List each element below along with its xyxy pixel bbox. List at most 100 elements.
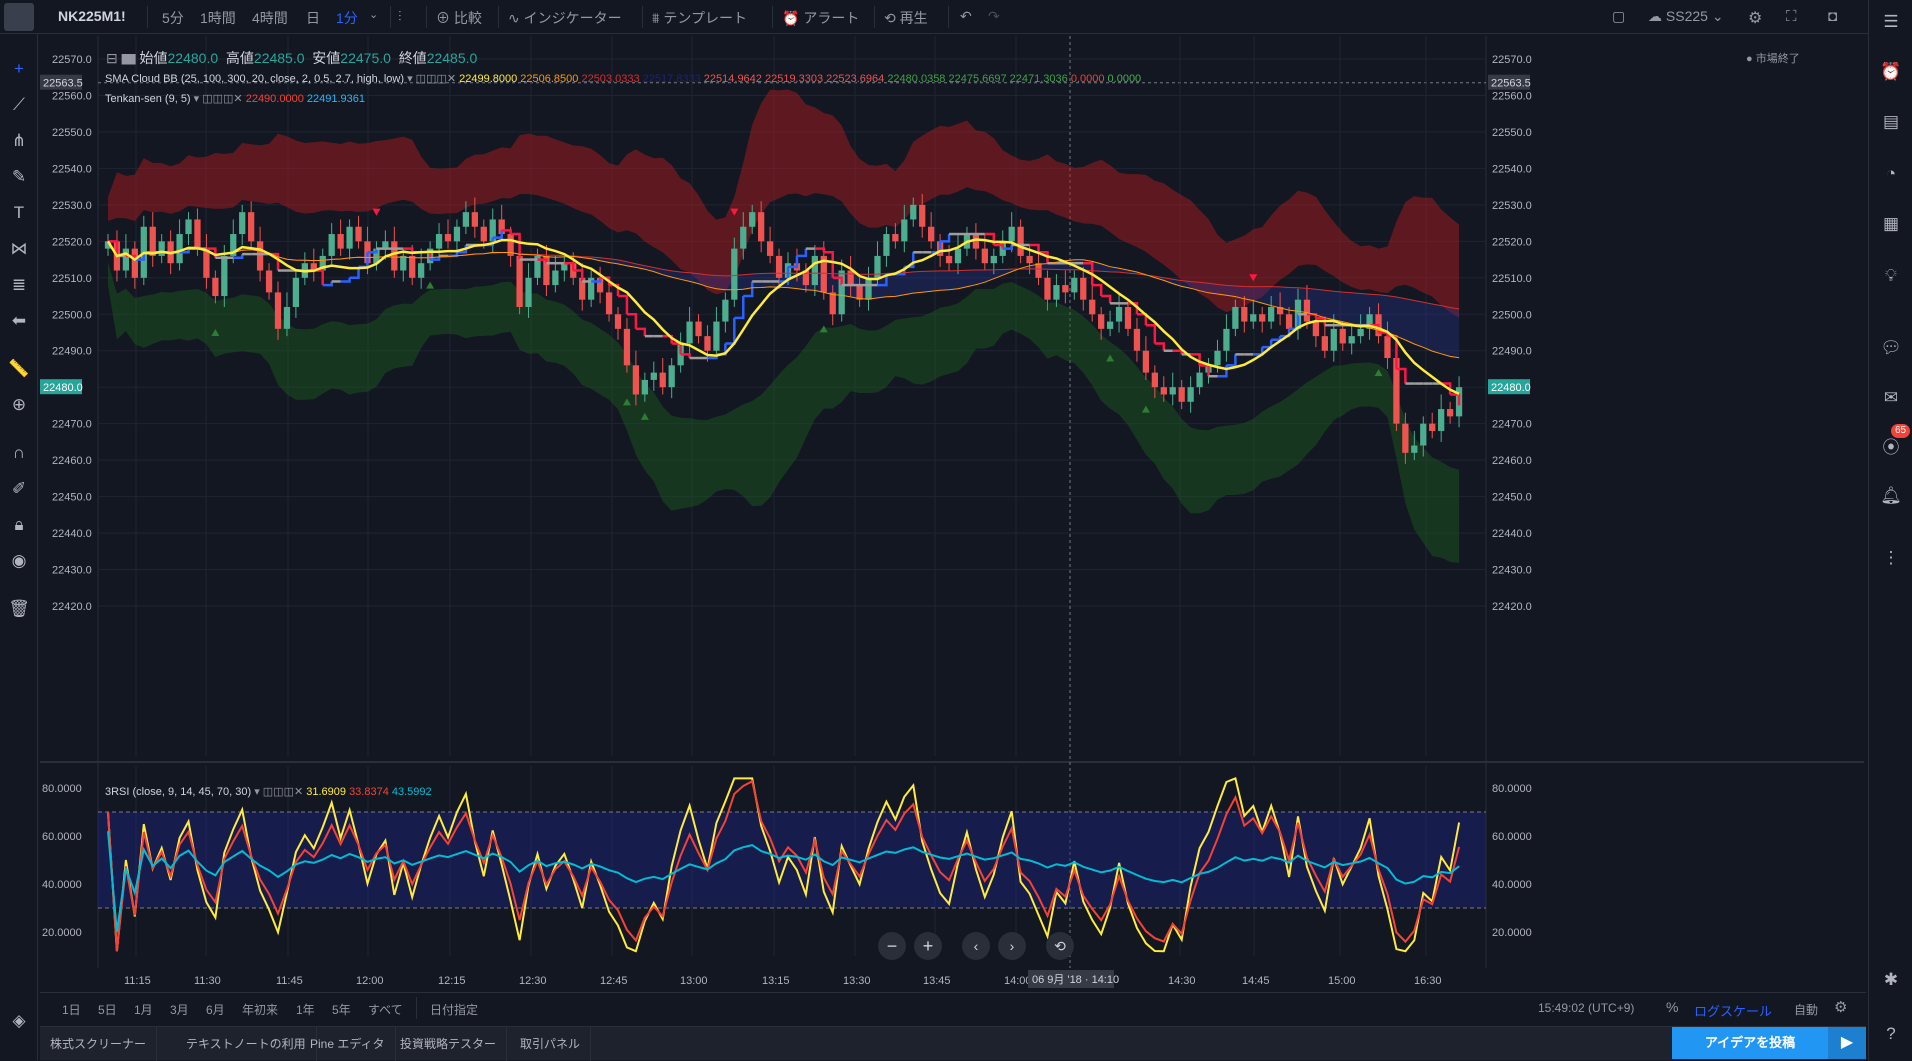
zoom-in-icon[interactable]: ⊕ [6, 392, 32, 418]
chart-settings-icon[interactable]: ⚙ [1834, 998, 1847, 1016]
tab-text-notes[interactable]: テキストノートの利用 [176, 1027, 317, 1061]
candle-body [1312, 321, 1320, 337]
range-1y[interactable]: 1年 [296, 1001, 315, 1018]
candle-body [811, 255, 818, 286]
stay-drawing-icon[interactable]: ✐ [6, 476, 32, 502]
goto-date[interactable]: 日付指定 [430, 1001, 478, 1018]
range-3m[interactable]: 3月 [170, 1001, 189, 1018]
calendar-icon[interactable]: ▦ [1879, 212, 1903, 236]
interval-1d[interactable]: 日 [306, 8, 320, 28]
interval-5m[interactable]: 5分 [162, 8, 184, 28]
rsi-legend[interactable]: 3RSI (close, 9, 14, 45, 70, 30) ▾ ◫◫◫✕ 3… [105, 785, 432, 798]
candle-body [1232, 306, 1239, 329]
trash-icon[interactable]: 🗑︎ [6, 596, 32, 622]
log-scale-toggle[interactable]: ログスケール [1694, 1001, 1772, 1020]
candle-body [203, 248, 210, 278]
candle-body [1169, 387, 1176, 395]
lock-icon[interactable]: 🔒︎ [6, 512, 32, 538]
collapse-icon[interactable]: ⊟ ▆ [106, 50, 140, 66]
fib-icon[interactable]: ≣ [6, 272, 32, 298]
alarm-clock-icon[interactable]: ⏰ [1879, 60, 1903, 84]
bell-icon[interactable]: 🔔︎ [1879, 484, 1903, 508]
chart-style-icon[interactable]: ⫶ [398, 8, 402, 25]
candle-body [1026, 255, 1033, 264]
watchlist-icon[interactable]: ☰ [1879, 10, 1903, 34]
tenkan-legend[interactable]: Tenkan-sen (9, 5) ▾ ◫◫◫✕ 22490.0000 2249… [105, 92, 365, 105]
chart-svg[interactable]: 22570.0 22570.0 22560.0 22560.0 22550.0 22550… [40, 36, 1864, 996]
candle-body [749, 212, 756, 227]
eye-icon[interactable]: ◉ [6, 548, 32, 574]
candle-body [1285, 314, 1293, 329]
range-1d[interactable]: 1日 [62, 1001, 81, 1018]
brush-icon[interactable]: ✎ [6, 164, 32, 190]
interval-dropdown-icon[interactable]: ⌄ [369, 8, 378, 21]
range-1m[interactable]: 1月 [134, 1001, 153, 1018]
candle-body [1017, 226, 1024, 256]
range-ytd[interactable]: 年初来 [242, 1001, 278, 1018]
interval-4h[interactable]: 4時間 [252, 8, 288, 28]
range-5d[interactable]: 5日 [98, 1001, 117, 1018]
indicators-button[interactable]: ∿ インジケーター [508, 8, 622, 28]
pattern-icon[interactable]: ⋈ [6, 236, 32, 262]
candle-body [713, 321, 720, 351]
candle-body [954, 248, 962, 264]
candle-body [256, 241, 264, 271]
replay-button[interactable]: ⟲ 再生 [884, 8, 928, 28]
tab-trading-panel[interactable]: 取引パネル [510, 1027, 592, 1061]
candle-body [722, 299, 729, 322]
range-all[interactable]: すべて [368, 1001, 403, 1018]
chart-area[interactable]: 22570.0 22570.0 22560.0 22560.0 22550.0 22550… [40, 36, 1864, 996]
redo-icon[interactable]: ↷ [988, 8, 1000, 25]
layout-icon[interactable]: ▢ [1612, 8, 1625, 25]
camera-icon[interactable]: ◘ [1828, 8, 1837, 25]
dom-icon[interactable]: ⋮ [1879, 546, 1903, 570]
sma-cloud-legend[interactable]: SMA Cloud BB (25, 100, 300, 20, close, 2… [105, 72, 1141, 85]
price-label-left: 22560.0 [52, 90, 92, 102]
percent-toggle[interactable]: % [1666, 999, 1678, 1015]
publish-idea-button[interactable]: アイデアを投稿 [1672, 1027, 1828, 1059]
private-chat-icon[interactable]: ✉ [1879, 386, 1903, 410]
indicator-value: 0.0000 [1107, 73, 1142, 85]
layers-icon[interactable]: ◈ [6, 1008, 32, 1034]
magnet-icon[interactable]: ∩ [6, 440, 32, 466]
compare-button[interactable]: ⊕ 比較 [436, 8, 482, 28]
interval-1m[interactable]: 1分 [336, 8, 358, 28]
time-label: 12:30 [519, 975, 547, 987]
cloud-save-button[interactable]: ☁ SS225 ⌄ [1648, 8, 1724, 25]
tab-strategy-tester[interactable]: 投資戦略テスター [390, 1027, 508, 1061]
trendline-icon[interactable]: ⟋ [6, 92, 32, 118]
alert-button[interactable]: ⏰ アラート [782, 8, 859, 28]
interval-1h[interactable]: 1時間 [200, 8, 236, 28]
bug-icon[interactable]: ✱ [1879, 968, 1903, 992]
tab-stock-screener[interactable]: 株式スクリーナー [40, 1027, 158, 1061]
text-icon[interactable]: T [6, 200, 32, 226]
scroll-left-button[interactable]: ‹ [962, 932, 990, 960]
symbol-search[interactable]: NK225M1! [58, 8, 126, 24]
scroll-right-button[interactable]: › [998, 932, 1026, 960]
range-5y[interactable]: 5年 [332, 1001, 351, 1018]
help-icon[interactable]: ? [1879, 1022, 1903, 1046]
chat-icon[interactable]: 💬︎ [1879, 336, 1903, 360]
candle-body [1420, 423, 1427, 446]
reset-chart-button[interactable]: ⟲ [1046, 932, 1074, 960]
ruler-icon[interactable]: 📏 [6, 356, 32, 382]
undo-icon[interactable]: ↶ [960, 8, 972, 25]
tab-pine-editor[interactable]: Pine エディタ [300, 1027, 396, 1061]
data-window-icon[interactable]: ▤ [1879, 110, 1903, 134]
play-icon[interactable]: ▶ [1828, 1027, 1866, 1059]
zoom-in-button[interactable]: + [914, 932, 942, 960]
range-6m[interactable]: 6月 [206, 1001, 225, 1018]
settings-gear-icon[interactable]: ⚙ [1748, 8, 1762, 28]
templates-button[interactable]: ⩩ テンプレート [652, 8, 747, 28]
fullscreen-icon[interactable]: ⛶ [1786, 8, 1797, 25]
zoom-out-button[interactable]: − [878, 932, 906, 960]
hotlist-icon[interactable]: ◔ [1879, 162, 1903, 186]
ideas-icon[interactable]: 💡︎ [1879, 264, 1903, 288]
arrow-left-icon[interactable]: ⬅ [6, 308, 32, 334]
stream-icon[interactable]: ⦿ [1879, 436, 1903, 460]
candle-body [1062, 285, 1069, 293]
crosshair-icon[interactable]: + [6, 56, 32, 82]
user-avatar[interactable] [4, 3, 34, 31]
auto-scale-toggle[interactable]: 自動 [1794, 1001, 1818, 1018]
pitchfork-icon[interactable]: ⋔ [6, 128, 32, 154]
